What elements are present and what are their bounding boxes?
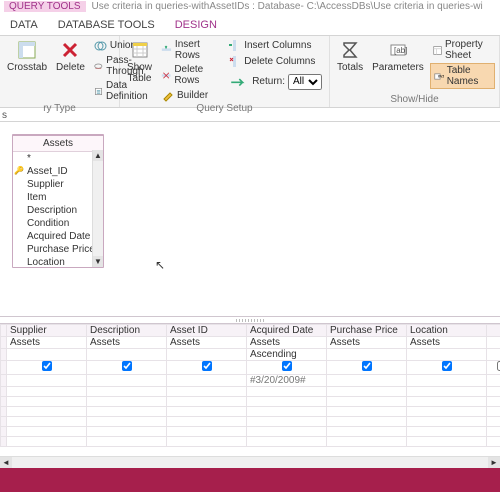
show-table-button[interactable]: Show Table xyxy=(124,38,155,86)
scroll-up[interactable]: ▲ xyxy=(93,150,103,161)
criteria-row: #3/20/2009# xyxy=(1,375,500,387)
scroll-down[interactable]: ▼ xyxy=(93,256,103,267)
design-surface[interactable]: Assets * Asset_ID Supplier Item Descript… xyxy=(0,122,500,316)
group-query-setup: Query Setup xyxy=(124,103,325,116)
table-title: Assets xyxy=(13,136,103,152)
delete-button[interactable]: Delete xyxy=(53,38,88,75)
delete-columns-button[interactable]: Delete Columns xyxy=(225,54,325,69)
tab-design[interactable]: DESIGN xyxy=(165,16,227,35)
field-asset-id[interactable]: Asset_ID xyxy=(13,165,103,178)
field-purchase-price[interactable]: Purchase Price xyxy=(13,243,103,256)
scroll-right[interactable]: ► xyxy=(488,457,500,468)
group-query-type: ry Type xyxy=(4,103,115,116)
builder-button[interactable]: Builder xyxy=(158,88,222,103)
contextual-tab-label: QUERY TOOLS xyxy=(4,1,86,12)
scroll-track[interactable] xyxy=(12,457,488,468)
splitter[interactable] xyxy=(0,316,500,324)
property-sheet-button[interactable]: Property Sheet xyxy=(430,38,495,62)
ribbon: Crosstab Delete Union Pass-Through Data … xyxy=(0,36,500,108)
parameters-button[interactable]: [ab] Parameters xyxy=(369,38,427,75)
field-condition[interactable]: Condition xyxy=(13,217,103,230)
svg-text:xvz: xvz xyxy=(438,73,444,78)
sort-row: Ascending xyxy=(1,349,500,361)
group-show-hide: Show/Hide xyxy=(334,94,495,107)
table-row: Assets Assets Assets Assets Assets Asset… xyxy=(1,337,500,349)
show-check[interactable] xyxy=(442,361,452,371)
totals-button[interactable]: Totals xyxy=(334,38,366,75)
field-description[interactable]: Description xyxy=(13,204,103,217)
field-location[interactable]: Location xyxy=(13,256,103,267)
crosstab-button[interactable]: Crosstab xyxy=(4,38,50,75)
table-names-button[interactable]: xvzTable Names xyxy=(430,63,495,89)
show-check[interactable] xyxy=(42,361,52,371)
field-item[interactable]: Item xyxy=(13,191,103,204)
insert-rows-button[interactable]: Insert Rows xyxy=(158,38,222,62)
footer-bar xyxy=(0,468,500,492)
show-check[interactable] xyxy=(362,361,372,371)
return-select[interactable]: All xyxy=(288,74,322,90)
show-check[interactable] xyxy=(282,361,292,371)
return-row: Return: All xyxy=(225,70,325,93)
table-scrollbar[interactable]: ▲ ▼ xyxy=(92,150,103,267)
show-check[interactable] xyxy=(202,361,212,371)
tab-data[interactable]: DATA xyxy=(0,16,48,35)
scroll-left[interactable]: ◄ xyxy=(0,457,12,468)
insert-columns-button[interactable]: Insert Columns xyxy=(225,38,325,53)
field-supplier[interactable]: Supplier xyxy=(13,178,103,191)
show-check[interactable] xyxy=(122,361,132,371)
field-row: Supplier Description Asset ID Acquired D… xyxy=(1,325,500,337)
cursor-icon: ↖ xyxy=(155,258,165,272)
show-row xyxy=(1,361,500,375)
show-check[interactable] xyxy=(497,361,500,371)
window-title: Use criteria in queries-withAssetIDs : D… xyxy=(92,1,483,12)
qbe-grid-area: Supplier Description Asset ID Acquired D… xyxy=(0,324,500,468)
ribbon-tabs: DATA DATABASE TOOLS DESIGN xyxy=(0,12,500,36)
field-star[interactable]: * xyxy=(13,152,103,165)
svg-text:[ab]: [ab] xyxy=(394,46,407,55)
field-acquired-date[interactable]: Acquired Date xyxy=(13,230,103,243)
horizontal-scrollbar[interactable]: ◄ ► xyxy=(0,456,500,468)
delete-rows-button[interactable]: Delete Rows xyxy=(158,63,222,87)
return-icon xyxy=(228,71,249,92)
tab-database-tools[interactable]: DATABASE TOOLS xyxy=(48,16,165,35)
field-list: * Asset_ID Supplier Item Description Con… xyxy=(13,152,103,267)
table-assets[interactable]: Assets * Asset_ID Supplier Item Descript… xyxy=(12,134,104,268)
qbe-grid[interactable]: Supplier Description Asset ID Acquired D… xyxy=(0,324,500,447)
